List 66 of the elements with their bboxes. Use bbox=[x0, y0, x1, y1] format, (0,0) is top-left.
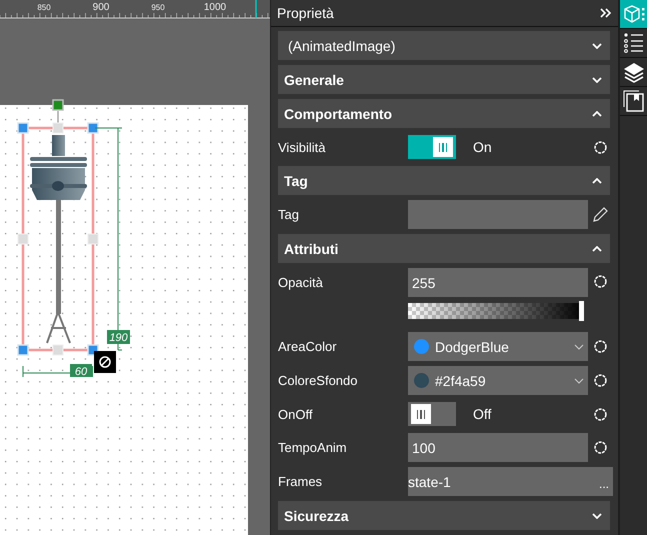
chevron-up-icon bbox=[592, 246, 602, 252]
opacity-slider[interactable] bbox=[408, 303, 584, 319]
opacity-field[interactable]: 255 bbox=[408, 268, 588, 297]
ruler-label: 850 bbox=[37, 3, 51, 12]
property-label: Opacità bbox=[278, 274, 324, 290]
type-dropdown[interactable]: (AnimatedImage) bbox=[278, 31, 610, 60]
section-header[interactable]: Comportamento bbox=[278, 99, 610, 128]
opacity-thumb[interactable] bbox=[579, 301, 584, 321]
cube-icon bbox=[622, 4, 644, 24]
settings-icon[interactable] bbox=[592, 406, 608, 422]
resize-handle[interactable] bbox=[18, 234, 28, 244]
settings-icon[interactable] bbox=[592, 373, 608, 388]
section-header[interactable]: Sicurezza bbox=[278, 501, 610, 530]
resize-handle[interactable] bbox=[52, 122, 64, 134]
number-field[interactable]: 100 bbox=[408, 433, 588, 462]
chevron-up-icon bbox=[592, 178, 602, 184]
toggle-state: Off bbox=[473, 406, 492, 422]
resize-handle[interactable] bbox=[17, 344, 29, 356]
chevron-down-icon bbox=[592, 512, 602, 518]
pencil-icon[interactable] bbox=[592, 206, 608, 222]
property-label: Tag bbox=[278, 207, 300, 222]
property-label: OnOff bbox=[278, 406, 314, 422]
chevron-down-icon bbox=[592, 42, 602, 48]
color-dropdown[interactable]: DodgerBlue bbox=[408, 332, 588, 361]
resize-handle[interactable] bbox=[52, 344, 64, 356]
pages-icon bbox=[622, 90, 644, 112]
property-label: ColoreSfondo bbox=[278, 373, 358, 388]
ruler-label: 950 bbox=[151, 3, 165, 12]
property-label: Frames bbox=[278, 474, 324, 489]
width-dimension-line bbox=[22, 366, 94, 378]
collapse-icon[interactable] bbox=[600, 8, 612, 18]
browse-button[interactable]: ... bbox=[598, 472, 609, 490]
layers-icon bbox=[622, 61, 644, 83]
chevron-up-icon bbox=[592, 110, 602, 116]
toggle-state: On bbox=[473, 139, 492, 155]
chevron-down-icon bbox=[592, 76, 602, 82]
rotate-handle[interactable] bbox=[52, 99, 64, 111]
list-icon bbox=[622, 32, 644, 54]
resize-handle[interactable] bbox=[88, 234, 98, 244]
settings-icon[interactable] bbox=[592, 140, 608, 154]
toggle-switch[interactable] bbox=[408, 402, 456, 426]
panel-title: Proprietà bbox=[277, 5, 334, 21]
no-entry-icon bbox=[94, 351, 116, 373]
section-header[interactable]: Generale bbox=[278, 65, 610, 94]
color-dropdown[interactable]: #2f4a59 bbox=[408, 366, 588, 395]
settings-icon[interactable] bbox=[592, 339, 608, 354]
property-label: AreaColor bbox=[278, 339, 338, 354]
settings-icon[interactable] bbox=[592, 274, 608, 289]
chevron-down-icon bbox=[574, 344, 584, 350]
settings-icon[interactable] bbox=[592, 440, 608, 455]
frames-value: state-1 bbox=[408, 474, 451, 490]
frames-field[interactable]: state-1 ... bbox=[408, 467, 613, 496]
tag-field[interactable] bbox=[408, 200, 588, 229]
height-label: 190 bbox=[107, 330, 130, 344]
ruler-label: 900 bbox=[92, 2, 110, 13]
width-label: 60 bbox=[70, 364, 92, 378]
section-header[interactable]: Attributi bbox=[278, 234, 610, 263]
chevron-down-icon bbox=[574, 378, 584, 384]
property-label: TempoAnim bbox=[278, 440, 348, 455]
property-label: Visibilità bbox=[278, 140, 326, 154]
ruler-label: 1000 bbox=[204, 2, 226, 13]
section-header[interactable]: Tag bbox=[278, 166, 610, 195]
toggle-switch[interactable] bbox=[408, 135, 456, 159]
side-tab[interactable] bbox=[620, 0, 647, 29]
resize-handle[interactable] bbox=[17, 122, 29, 134]
resize-handle[interactable] bbox=[87, 122, 99, 134]
